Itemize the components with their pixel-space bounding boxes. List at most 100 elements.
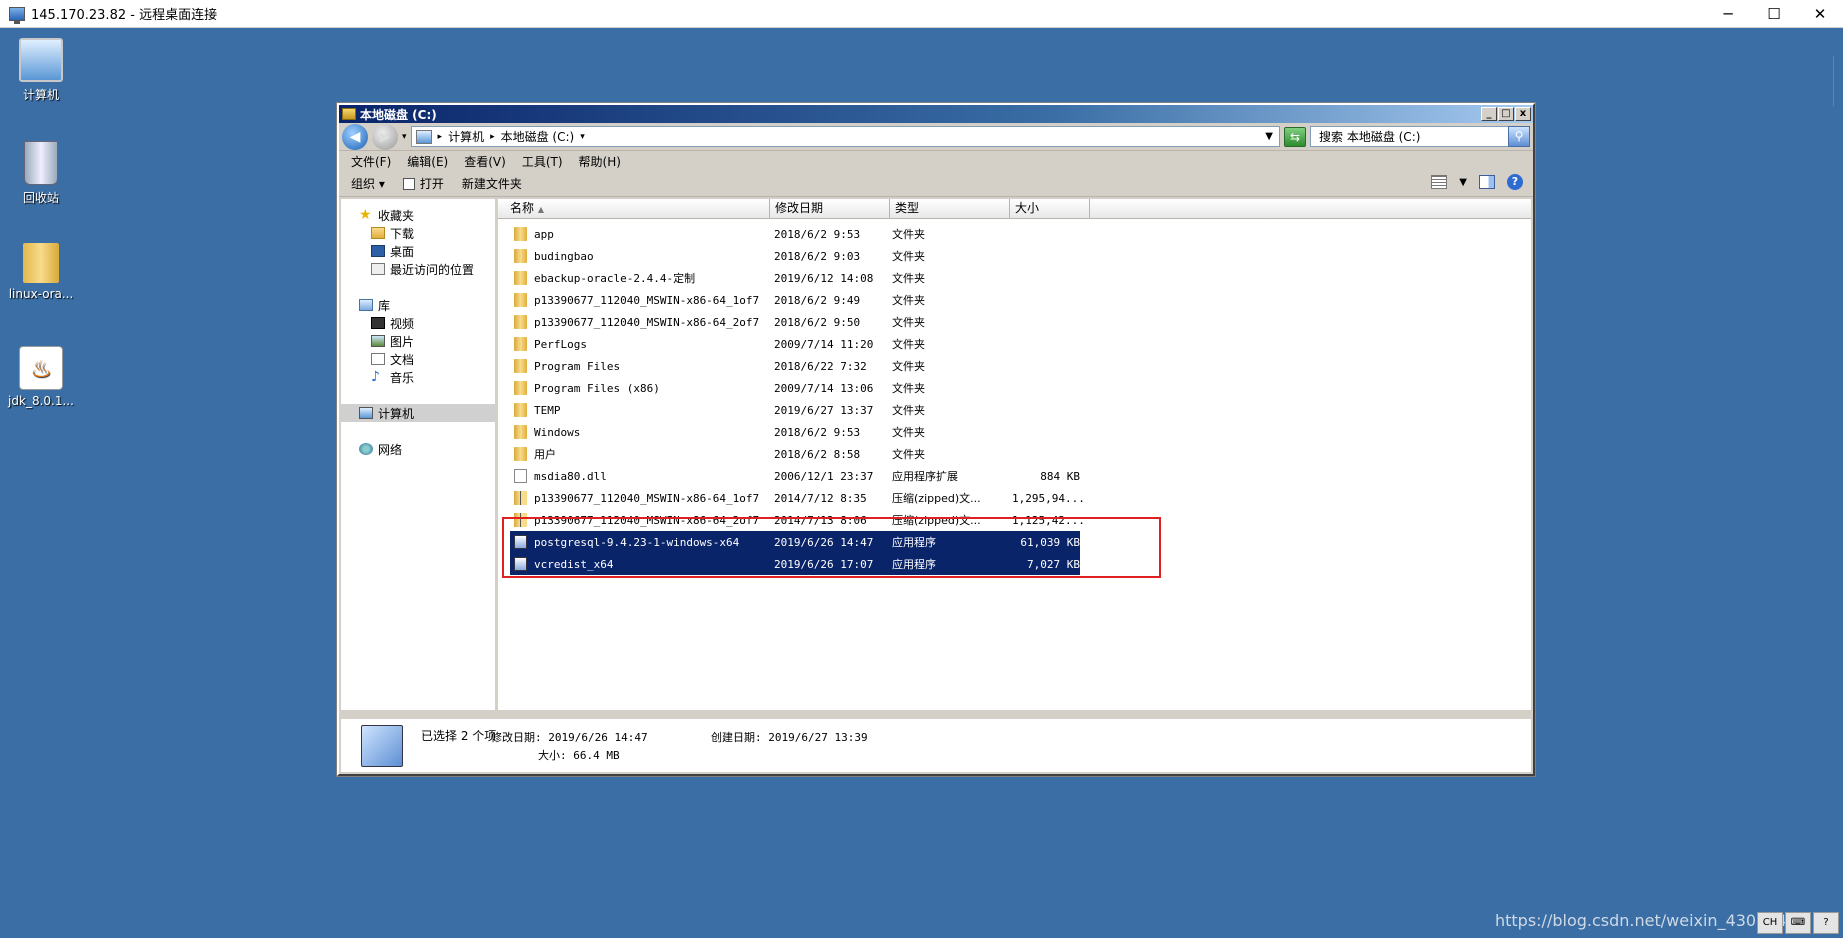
column-type[interactable]: 类型 <box>890 199 1010 218</box>
forward-button[interactable]: ▶ <box>372 123 398 150</box>
file-name-cell: p13390677_112040_MSWIN-x86-64_1of7 <box>510 293 772 307</box>
open-icon <box>402 178 415 190</box>
view-dropdown-icon[interactable]: ▼ <box>1459 177 1467 188</box>
menu-tools[interactable]: 工具(T) <box>514 153 571 170</box>
maximize-button[interactable]: □ <box>1498 107 1514 121</box>
menu-view[interactable]: 查看(V) <box>456 153 514 170</box>
new-folder-button[interactable]: 新建文件夹 <box>462 175 522 192</box>
file-date: 2009/7/14 11:20 <box>774 337 874 351</box>
nav-label: 音乐 <box>390 370 415 385</box>
file-row[interactable]: 用户 2018/6/2 8:58 文件夹 <box>510 443 1080 465</box>
file-row[interactable]: TEMP 2019/6/27 13:37 文件夹 <box>510 399 1080 421</box>
file-row[interactable]: msdia80.dll 2006/12/1 23:37 应用程序扩展 884 KB <box>510 465 1080 487</box>
nav-libraries[interactable]: 库 <box>341 296 495 314</box>
nav-network[interactable]: 网络 <box>341 440 495 458</box>
file-type: 文件夹 <box>892 316 925 329</box>
help-icon[interactable]: ? <box>1507 174 1523 190</box>
system-tray: CH ⌨ ? <box>1757 908 1843 938</box>
file-name-cell: 用户 <box>510 446 772 462</box>
desktop-edge-scrollbar <box>1833 56 1843 106</box>
file-name-cell: ebackup-oracle-2.4.4-定制 <box>510 270 772 286</box>
music-icon: ♪ <box>371 369 380 385</box>
column-date[interactable]: 修改日期 <box>770 199 890 218</box>
library-icon <box>359 299 373 311</box>
installer-icon <box>361 725 403 767</box>
search-icon[interactable]: ⚲ <box>1508 126 1530 147</box>
file-name: budingbao <box>534 249 594 263</box>
search-input[interactable]: 搜索 本地磁盘 (C:) ⚲ <box>1310 126 1530 147</box>
nav-desktop[interactable]: 桌面 <box>341 242 495 260</box>
folder-icon <box>514 381 527 395</box>
help-tray-icon[interactable]: ? <box>1813 912 1839 934</box>
nav-recent[interactable]: 最近访问的位置 <box>341 260 495 278</box>
file-date: 2018/6/2 9:49 <box>774 293 861 307</box>
menu-help[interactable]: 帮助(H) <box>571 153 629 170</box>
nav-videos[interactable]: 视频 <box>341 314 495 332</box>
details-pane: 已选择 2 个项 修改日期: 2019/6/26 14:47 创建日期: 201… <box>341 716 1531 772</box>
breadcrumb-drive[interactable]: 本地磁盘 (C:) <box>501 128 575 145</box>
file-row[interactable]: budingbao 2018/6/2 9:03 文件夹 <box>510 245 1080 267</box>
refresh-button[interactable]: ⇆ <box>1284 126 1306 147</box>
nav-documents[interactable]: 文档 <box>341 350 495 368</box>
file-row[interactable]: ebackup-oracle-2.4.4-定制 2019/6/12 14:08 文件… <box>510 267 1080 289</box>
drive-icon <box>342 108 356 120</box>
file-date: 2006/12/1 23:37 <box>774 469 874 483</box>
file-row[interactable]: Program Files (x86) 2009/7/14 13:06 文件夹 <box>510 377 1080 399</box>
file-name: p13390677_112040_MSWIN-x86-64_2of7 <box>534 315 760 329</box>
file-row[interactable]: Program Files 2018/6/22 7:32 文件夹 <box>510 355 1080 377</box>
file-row[interactable]: p13390677_112040_MSWIN-x86-64_2of7 2018/6… <box>510 311 1080 333</box>
preview-pane-icon[interactable] <box>1479 175 1495 189</box>
file-name: p13390677_112040_MSWIN-x86-64_1of7 <box>534 293 760 307</box>
file-row[interactable]: app 2018/6/2 9:53 文件夹 <box>510 223 1080 245</box>
file-type: 文件夹 <box>892 294 925 307</box>
input-language-indicator[interactable]: CH <box>1757 912 1783 934</box>
nav-music[interactable]: ♪ 音乐 <box>341 368 495 386</box>
nav-label: 库 <box>378 298 391 313</box>
organize-button[interactable]: 组织 ▾ <box>351 175 385 192</box>
column-name[interactable]: 名称 ▲ <box>498 199 770 218</box>
open-button[interactable]: 打开 <box>402 175 444 192</box>
rdp-minimize-button[interactable]: ─ <box>1705 0 1751 28</box>
nav-pictures[interactable]: 图片 <box>341 332 495 350</box>
chevron-down-icon[interactable]: ▾ <box>580 132 585 142</box>
history-dropdown-icon[interactable]: ▾ <box>402 132 407 142</box>
rdp-maximize-button[interactable]: ☐ <box>1751 0 1797 28</box>
downloads-icon <box>371 227 385 239</box>
file-date: 2009/7/14 13:06 <box>774 381 874 395</box>
desktop-icon-label: linux-ora... <box>8 287 74 301</box>
total-size: 大小: 66.4 MB <box>538 749 620 762</box>
address-bar[interactable]: ▸ 计算机 ▸ 本地磁盘 (C:) ▾ ▼ <box>410 126 1280 147</box>
menu-file[interactable]: 文件(F) <box>343 153 399 170</box>
menu-edit[interactable]: 编辑(E) <box>399 153 456 170</box>
chevron-right-icon[interactable]: ▸ <box>490 132 495 142</box>
keyboard-icon[interactable]: ⌨ <box>1785 912 1811 934</box>
recycle-bin-icon <box>24 141 58 185</box>
file-row[interactable]: PerfLogs 2009/7/14 11:20 文件夹 <box>510 333 1080 355</box>
nav-favorites[interactable]: ★ 收藏夹 <box>341 206 495 224</box>
nav-computer[interactable]: 计算机 <box>341 404 495 422</box>
desktop-icon-jdk[interactable]: ♨ jdk_8.0.1... <box>0 346 82 408</box>
file-name-cell: p13390677_112040_MSWIN-x86-64_1of7 <box>510 491 772 505</box>
desktop-icon-linux-ora[interactable]: linux-ora... <box>0 243 82 301</box>
close-button[interactable]: x <box>1515 107 1531 121</box>
folder-icon <box>514 315 527 329</box>
rdp-close-button[interactable]: ✕ <box>1797 0 1843 28</box>
desktop-icon-computer[interactable]: 计算机 <box>0 38 82 103</box>
file-row[interactable]: p13390677_112040_MSWIN-x86-64_1of7 2014/7… <box>510 487 1085 509</box>
nav-downloads[interactable]: 下载 <box>341 224 495 242</box>
selection-count: 已选择 2 个项 <box>421 729 497 743</box>
column-size[interactable]: 大小 <box>1010 199 1090 218</box>
desktop-icon-recycle-bin[interactable]: 回收站 <box>0 141 82 206</box>
file-size: 884 KB <box>1040 469 1080 483</box>
back-button[interactable]: ◀ <box>342 123 368 150</box>
file-row[interactable]: Windows 2018/6/2 9:53 文件夹 <box>510 421 1080 443</box>
chevron-right-icon[interactable]: ▸ <box>438 132 443 142</box>
file-name: p13390677_112040_MSWIN-x86-64_1of7 <box>534 491 760 505</box>
address-dropdown-icon[interactable]: ▼ <box>1265 131 1273 142</box>
file-row[interactable]: p13390677_112040_MSWIN-x86-64_1of7 2018/6… <box>510 289 1080 311</box>
minimize-button[interactable]: _ <box>1481 107 1497 121</box>
view-options-icon[interactable] <box>1431 175 1448 189</box>
explorer-titlebar[interactable]: 本地磁盘 (C:) _ □ x <box>339 105 1533 123</box>
rdp-title: 145.170.23.82 - 远程桌面连接 <box>31 8 218 23</box>
breadcrumb-computer[interactable]: 计算机 <box>448 128 484 145</box>
